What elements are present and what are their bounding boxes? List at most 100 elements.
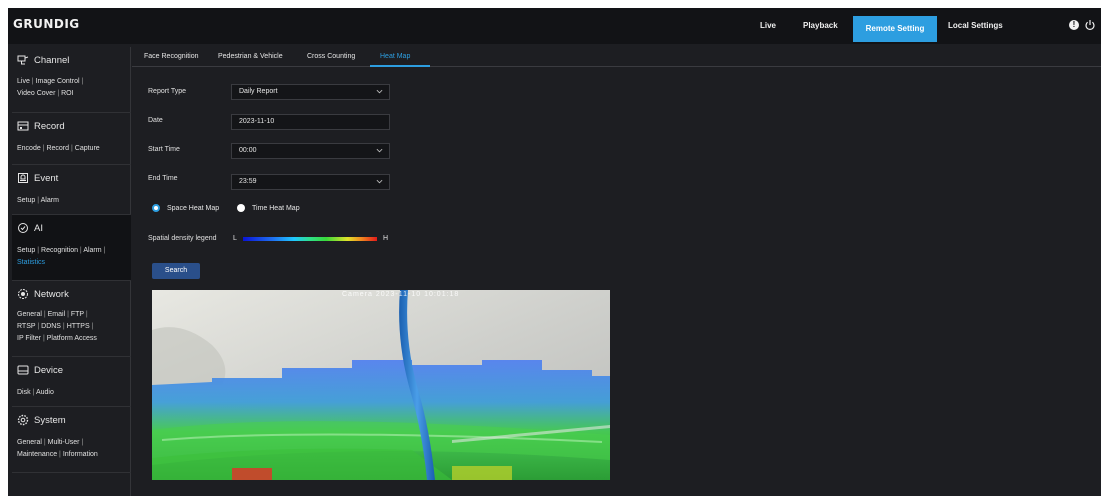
tab-face-recognition[interactable]: Face Recognition	[144, 53, 198, 60]
radio-time-heat-map[interactable]: Time Heat Map	[237, 204, 300, 212]
nav-playback[interactable]: Playback	[803, 21, 838, 30]
channel-icon	[17, 55, 29, 65]
report-type-select[interactable]: Daily Report	[231, 84, 390, 100]
tab-pedestrian-vehicle[interactable]: Pedestrian & Vehicle	[218, 53, 283, 60]
radio-unselected-icon	[237, 204, 245, 212]
sidebar-link-ai-setup[interactable]: Setup	[17, 247, 35, 254]
nav-local-settings[interactable]: Local Settings	[948, 21, 1003, 30]
sidebar-link-setup[interactable]: Setup	[17, 197, 35, 204]
active-tab-indicator	[370, 65, 430, 67]
sidebar-link-ftp[interactable]: FTP	[71, 311, 84, 318]
sidebar-section-record: Record Encode | Record | Capture	[12, 113, 131, 165]
sidebar-title-event: Event	[34, 172, 59, 184]
search-button[interactable]: Search	[152, 263, 200, 279]
sidebar-link-system-general[interactable]: General	[17, 439, 42, 446]
sidebar-section-system: System General | Multi-User | Maintenanc…	[12, 407, 131, 473]
app-window: GRUNDIG Live Playback Remote Setting Loc…	[8, 8, 1101, 496]
date-input[interactable]: 2023-11-10	[231, 114, 390, 130]
end-time-select[interactable]: 23:59	[231, 174, 390, 190]
sidebar-link-ai-alarm[interactable]: Alarm	[83, 247, 101, 254]
sidebar-link-ip-filter[interactable]: IP Filter	[17, 335, 41, 342]
sidebar-link-disk[interactable]: Disk	[17, 389, 31, 396]
sidebar-link-ddns[interactable]: DDNS	[41, 323, 61, 330]
sidebar-links-event: Setup | Alarm	[17, 197, 59, 204]
system-icon	[17, 414, 29, 426]
sidebar-link-video-cover[interactable]: Video Cover	[17, 90, 55, 97]
date-value: 2023-11-10	[239, 118, 275, 125]
tab-heat-map[interactable]: Heat Map	[380, 53, 422, 60]
sidebar-link-https[interactable]: HTTPS	[67, 323, 90, 330]
sidebar-section-event: Event Setup | Alarm	[12, 165, 131, 215]
sidebar-section-network: Network General | Email | FTP | RTSP | D…	[12, 281, 131, 357]
sidebar-link-multi-user[interactable]: Multi-User	[48, 439, 80, 446]
radio-space-label: Space Heat Map	[167, 204, 220, 212]
start-time-select[interactable]: 00:00	[231, 143, 390, 159]
tab-bar: Face Recognition Pedestrian & Vehicle Cr…	[132, 44, 1101, 67]
chevron-down-icon	[376, 148, 383, 153]
sidebar-section-channel: Channel Live | Image Control | Video Cov…	[12, 47, 131, 113]
sidebar-links-system: General | Multi-User | Maintenance | Inf…	[17, 439, 98, 458]
sidebar-links-device: Disk | Audio	[17, 389, 54, 396]
heat-map-preview: Camera 2023-11-10 10:01:18	[152, 290, 610, 480]
sidebar-links-ai: Setup | Recognition | Alarm | Statistics	[17, 247, 106, 266]
sidebar-link-recognition[interactable]: Recognition	[41, 247, 78, 254]
sidebar: Channel Live | Image Control | Video Cov…	[12, 47, 131, 496]
sidebar-title-network: Network	[34, 288, 69, 300]
power-icon[interactable]	[1084, 19, 1096, 31]
legend-high-label: H	[383, 235, 389, 242]
sidebar-link-record[interactable]: Record	[46, 145, 69, 152]
sidebar-title-device: Device	[34, 364, 64, 376]
top-bar: GRUNDIG Live Playback Remote Setting Loc…	[8, 8, 1101, 44]
sidebar-title-system: System	[34, 414, 66, 426]
main-panel: Face Recognition Pedestrian & Vehicle Cr…	[132, 44, 1101, 496]
network-icon	[18, 289, 28, 299]
sidebar-header-event[interactable]: Event	[17, 172, 58, 184]
sidebar-link-capture[interactable]: Capture	[75, 145, 100, 152]
chevron-down-icon	[376, 179, 383, 184]
date-label: Date	[148, 117, 163, 124]
sidebar-title-channel: Channel	[34, 54, 70, 66]
sidebar-link-live[interactable]: Live	[17, 78, 30, 85]
radio-time-label: Time Heat Map	[252, 204, 300, 212]
radio-space-heat-map[interactable]: Space Heat Map	[152, 204, 219, 212]
nav-live[interactable]: Live	[760, 21, 776, 30]
heat-map-image	[152, 290, 610, 480]
sidebar-link-image-control[interactable]: Image Control	[36, 78, 80, 85]
sidebar-link-information[interactable]: Information	[63, 451, 98, 458]
sidebar-header-system[interactable]: System	[17, 414, 66, 426]
tab-cross-counting[interactable]: Cross Counting	[307, 53, 355, 60]
report-type-label: Report Type	[148, 88, 187, 95]
sidebar-link-rtsp[interactable]: RTSP	[17, 323, 35, 330]
info-icon[interactable]: !	[1069, 20, 1079, 30]
device-icon	[17, 365, 29, 375]
sidebar-link-encode[interactable]: Encode	[17, 145, 41, 152]
sidebar-link-maintenance[interactable]: Maintenance	[17, 451, 57, 458]
sidebar-title-ai: AI	[34, 222, 43, 234]
legend-low-label: L	[233, 235, 237, 242]
end-time-label: End Time	[148, 175, 178, 182]
end-time-value: 23:59	[239, 178, 257, 185]
sidebar-title-record: Record	[34, 120, 65, 132]
sidebar-header-network[interactable]: Network	[17, 288, 69, 300]
sidebar-section-ai: AI Setup | Recognition | Alarm | Statist…	[12, 215, 131, 281]
sidebar-header-ai[interactable]: AI	[17, 222, 43, 234]
sidebar-link-general[interactable]: General	[17, 311, 42, 318]
density-legend-label: Spatial density legend	[148, 235, 217, 242]
start-time-label: Start Time	[148, 146, 180, 153]
sidebar-links-record: Encode | Record | Capture	[17, 145, 100, 152]
nav-remote-setting[interactable]: Remote Setting	[853, 16, 937, 42]
sidebar-header-record[interactable]: Record	[17, 120, 65, 132]
sidebar-link-audio[interactable]: Audio	[36, 389, 54, 396]
start-time-value: 00:00	[239, 147, 257, 154]
sidebar-link-platform-access[interactable]: Platform Access	[47, 335, 97, 342]
sidebar-link-alarm[interactable]: Alarm	[41, 197, 59, 204]
sidebar-header-channel[interactable]: Channel	[17, 54, 69, 66]
sidebar-link-roi[interactable]: ROI	[61, 90, 73, 97]
sidebar-section-device: Device Disk | Audio	[12, 357, 131, 407]
sidebar-link-email[interactable]: Email	[48, 311, 66, 318]
sidebar-link-statistics[interactable]: Statistics	[17, 259, 45, 266]
sidebar-header-device[interactable]: Device	[17, 364, 63, 376]
density-gradient-bar	[243, 237, 377, 241]
record-icon	[17, 121, 29, 131]
radio-selected-icon	[152, 204, 160, 212]
